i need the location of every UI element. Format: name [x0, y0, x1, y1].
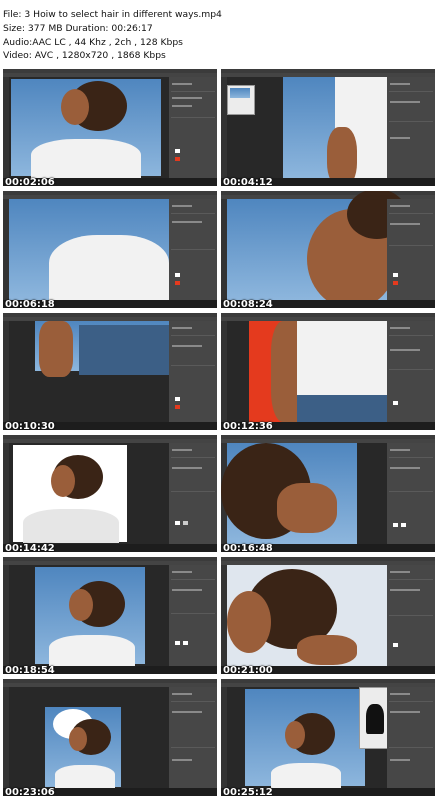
- thumbnail-grid: 00:02:06 00:04:12 00:06:18 00:08:24 00:1…: [0, 68, 438, 800]
- photo-arm: [39, 321, 73, 377]
- document-canvas: [227, 565, 387, 666]
- photo-face: [51, 465, 75, 497]
- document-canvas: [9, 77, 169, 179]
- video-thumbnail-9[interactable]: 00:18:54: [3, 557, 217, 674]
- layers-panels: [169, 687, 217, 788]
- video-thumbnail-10[interactable]: 00:21:00: [221, 557, 435, 674]
- photo-arm: [277, 483, 337, 533]
- swatch-white: [175, 149, 180, 153]
- timestamp-label: 00:04:12: [223, 177, 273, 186]
- timestamp-label: 00:23:06: [5, 787, 55, 796]
- layers-panels: [387, 443, 435, 544]
- audio-info-line: Audio:AAC LC , 44 Khz , 2ch , 128 Kbps: [3, 37, 183, 48]
- video-thumbnail-3[interactable]: 00:06:18: [3, 191, 217, 308]
- video-thumbnail-1[interactable]: 00:02:06: [3, 69, 217, 186]
- video-thumbnail-11[interactable]: 00:23:06: [3, 679, 217, 796]
- photo-face: [69, 589, 93, 621]
- file-info-header: File: 3 Hoiw to select hair in different…: [0, 0, 438, 68]
- document-canvas: [221, 443, 387, 544]
- document-canvas: [9, 443, 169, 544]
- timestamp-label: 00:14:42: [5, 543, 55, 552]
- photo-shirt: [49, 235, 169, 305]
- video-thumbnail-6[interactable]: 00:12:36: [221, 313, 435, 430]
- timestamp-label: 00:02:06: [5, 177, 55, 186]
- timestamp-label: 00:10:30: [5, 421, 55, 430]
- layers-panels: [169, 565, 217, 666]
- timestamp-label: 00:18:54: [5, 665, 55, 674]
- layers-panels: [169, 77, 217, 178]
- photo-arm: [297, 635, 357, 665]
- photo-face: [61, 89, 89, 125]
- photo-face: [285, 721, 305, 749]
- document-canvas: [9, 321, 169, 422]
- timestamp-label: 00:25:12: [223, 787, 273, 796]
- layers-panels: [169, 443, 217, 544]
- photo-jeans: [79, 325, 169, 375]
- layers-panels: [169, 199, 217, 300]
- layers-panels: [387, 687, 435, 788]
- timestamp-label: 00:16:48: [223, 543, 273, 552]
- photo-face: [69, 727, 87, 751]
- photo-shirt: [271, 763, 341, 789]
- size-duration-line: Size: 377 MB Duration: 00:26:17: [3, 23, 153, 34]
- photo-shirt: [55, 765, 115, 789]
- video-thumbnail-7[interactable]: 00:14:42: [3, 435, 217, 552]
- document-canvas: [9, 565, 169, 667]
- video-info-line: Video: AVC , 1280x720 , 1868 Kbps: [3, 50, 166, 61]
- timestamp-label: 00:12:36: [223, 421, 273, 430]
- photo-shirt: [23, 509, 119, 543]
- video-thumbnail-5[interactable]: 00:10:30: [3, 313, 217, 430]
- photo-jeans: [297, 395, 387, 423]
- photo-shirt: [49, 635, 135, 667]
- swatch-red: [175, 157, 180, 161]
- file-name-line: File: 3 Hoiw to select hair in different…: [3, 9, 222, 20]
- photo-shirt: [297, 321, 387, 395]
- layers-panels: [387, 565, 435, 666]
- document-canvas: [227, 687, 391, 789]
- photo-shirt: [31, 139, 141, 179]
- video-thumbnail-8[interactable]: 00:16:48: [221, 435, 435, 552]
- timestamp-label: 00:08:24: [223, 299, 273, 308]
- layers-panels: [387, 321, 435, 422]
- document-canvas: [227, 321, 387, 423]
- document-canvas: [227, 77, 403, 186]
- layers-panels: [387, 77, 435, 178]
- document-canvas: [9, 687, 169, 789]
- timestamp-label: 00:21:00: [223, 665, 273, 674]
- navigator-dialog: [227, 85, 255, 115]
- document-canvas: [227, 191, 407, 308]
- layers-panels: [169, 321, 217, 422]
- document-canvas: [9, 199, 169, 305]
- timestamp-label: 00:06:18: [5, 299, 55, 308]
- video-thumbnail-4[interactable]: 00:08:24: [221, 191, 435, 308]
- video-thumbnail-12[interactable]: 00:25:12: [221, 679, 435, 796]
- photo-face: [227, 591, 271, 653]
- layers-panels: [387, 199, 435, 300]
- video-thumbnail-2[interactable]: 00:04:12: [221, 69, 435, 186]
